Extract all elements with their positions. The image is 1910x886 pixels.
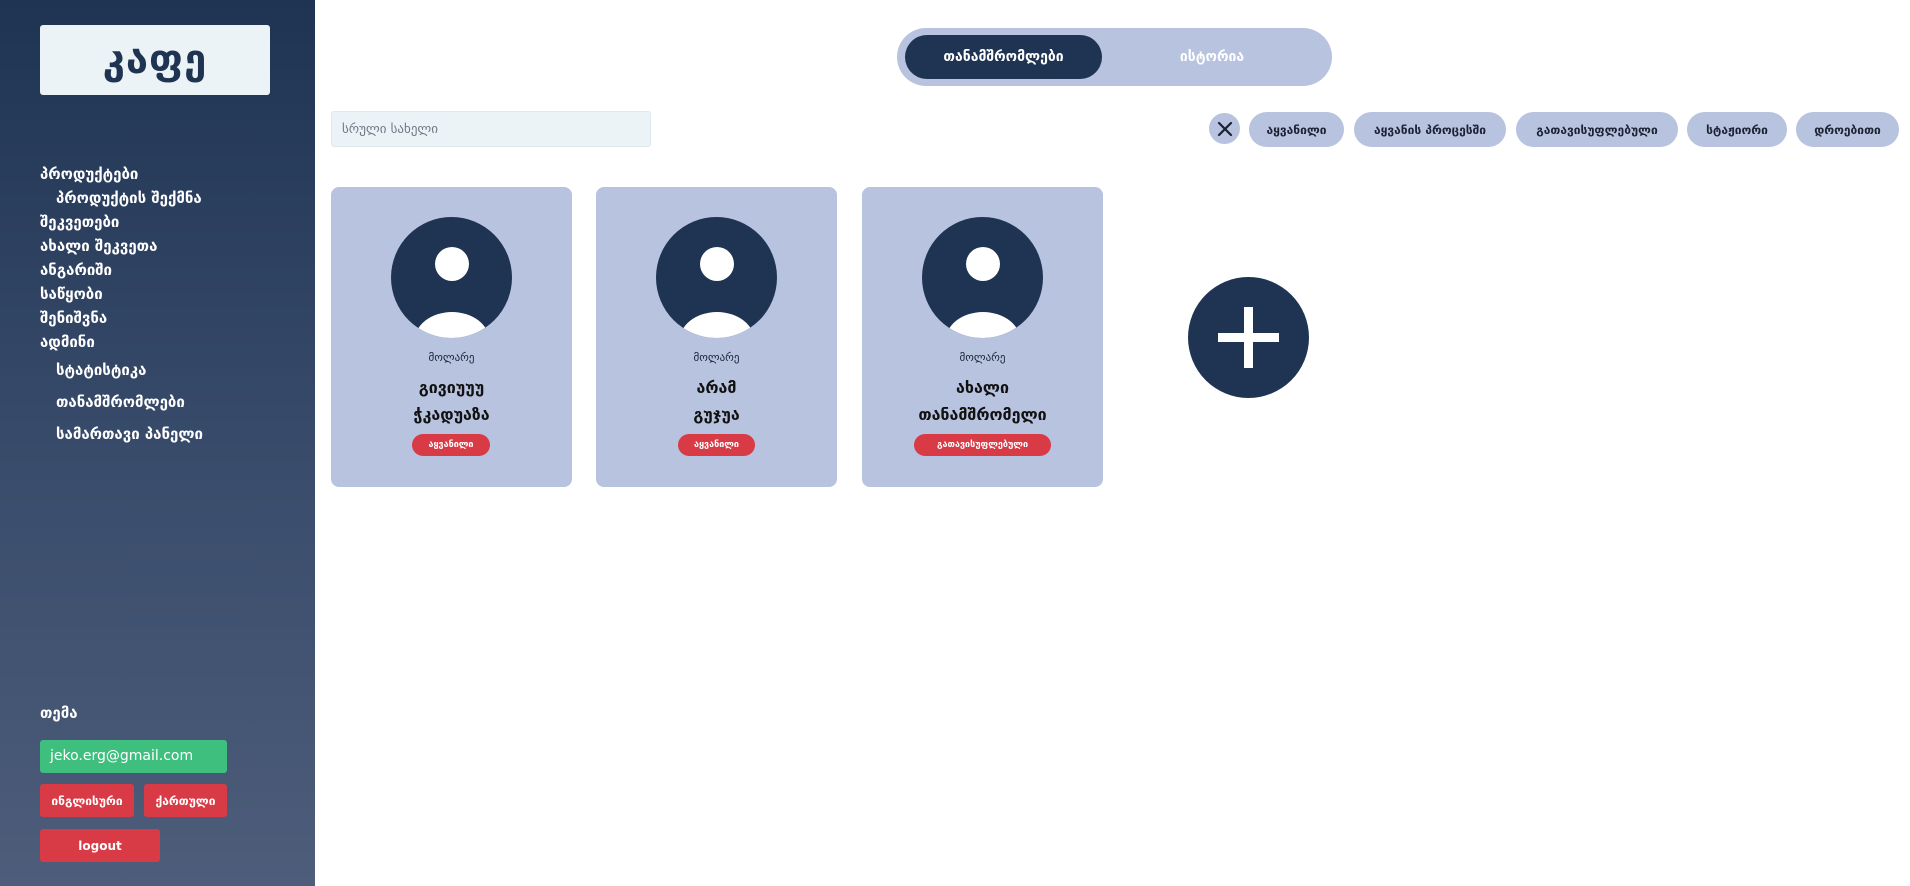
user-email-badge: jeko.erg@gmail.com (40, 740, 227, 773)
search-input[interactable] (331, 111, 651, 147)
employee-role: მოლარე (693, 351, 740, 364)
sidebar-nav: პროდუქტები პროდუქტის შექმნა შეკვეთები ახ… (40, 162, 203, 450)
employee-card[interactable]: მოლარე არამ გუჯუა აყვანილი (596, 187, 837, 487)
nav-item-admin[interactable]: ადმინი (40, 330, 203, 354)
employee-last-name: ჭკადუაზა (413, 405, 490, 424)
plus-icon (1218, 307, 1279, 368)
employee-name: არამ გუჯუა (596, 374, 837, 428)
filter-temporary[interactable]: დროებითი (1796, 112, 1899, 147)
logout-button[interactable]: logout (40, 829, 160, 862)
employee-first-name: ახალი (955, 378, 1009, 397)
logo-text: კაფე (102, 37, 208, 83)
filter-dismissed[interactable]: გათავისუფლებული (1516, 112, 1678, 147)
theme-label[interactable]: თემა (40, 704, 78, 722)
lang-english-button[interactable]: ინგლისური (40, 784, 134, 817)
nav-item-new-order[interactable]: ახალი შეკვეთა (40, 234, 203, 258)
employee-name: ახალი თანამშრომელი (862, 374, 1103, 428)
employee-card[interactable]: მოლარე გივიუუუ ჭკადუაზა აყვანილი (331, 187, 572, 487)
filter-hiring-in-progress[interactable]: აყვანის პროცესში (1354, 112, 1506, 147)
status-badge: გათავისუფლებული (914, 434, 1051, 456)
nav-item-orders[interactable]: შეკვეთები (40, 210, 203, 234)
filter-intern[interactable]: სტაჟიორი (1687, 112, 1787, 147)
nav-item-statistics[interactable]: სტატისტიკა (40, 354, 203, 386)
status-badge: აყვანილი (678, 434, 755, 456)
nav-item-report[interactable]: ანგარიში (40, 258, 203, 282)
nav-item-warehouse[interactable]: საწყობი (40, 282, 203, 306)
employee-first-name: არამ (696, 378, 737, 397)
employee-role: მოლარე (428, 351, 475, 364)
employee-name: გივიუუუ ჭკადუაზა (331, 374, 572, 428)
nav-item-notes[interactable]: შენიშვნა (40, 306, 203, 330)
add-employee-button[interactable] (1188, 277, 1309, 398)
employee-first-name: გივიუუუ (418, 378, 485, 397)
user-avatar-icon (656, 217, 777, 338)
logo[interactable]: კაფე (40, 25, 270, 95)
nav-item-create-product[interactable]: პროდუქტის შექმნა (40, 186, 203, 210)
close-icon (1217, 121, 1232, 136)
tab-history[interactable]: ისტორია (1102, 35, 1322, 79)
employee-last-name: თანამშრომელი (918, 405, 1047, 424)
employee-card[interactable]: მოლარე ახალი თანამშრომელი გათავისუფლებულ… (862, 187, 1103, 487)
user-avatar-icon (391, 217, 512, 338)
lang-georgian-button[interactable]: ქართული (144, 784, 227, 817)
user-avatar-icon (922, 217, 1043, 338)
employee-role: მოლარე (959, 351, 1006, 364)
view-tab-toggle: თანამშრომლები ისტორია (897, 28, 1332, 86)
sidebar: კაფე პროდუქტები პროდუქტის შექმნა შეკვეთე… (0, 0, 315, 886)
nav-item-employees[interactable]: თანამშრომლები (40, 386, 203, 418)
clear-filters-button[interactable] (1209, 113, 1240, 144)
filter-hired[interactable]: აყვანილი (1249, 112, 1344, 147)
nav-item-products[interactable]: პროდუქტები (40, 162, 203, 186)
status-badge: აყვანილი (412, 434, 490, 456)
nav-item-control-panel[interactable]: სამართავი პანელი (40, 418, 203, 450)
employee-last-name: გუჯუა (693, 405, 740, 424)
tab-employees[interactable]: თანამშრომლები (905, 35, 1102, 79)
